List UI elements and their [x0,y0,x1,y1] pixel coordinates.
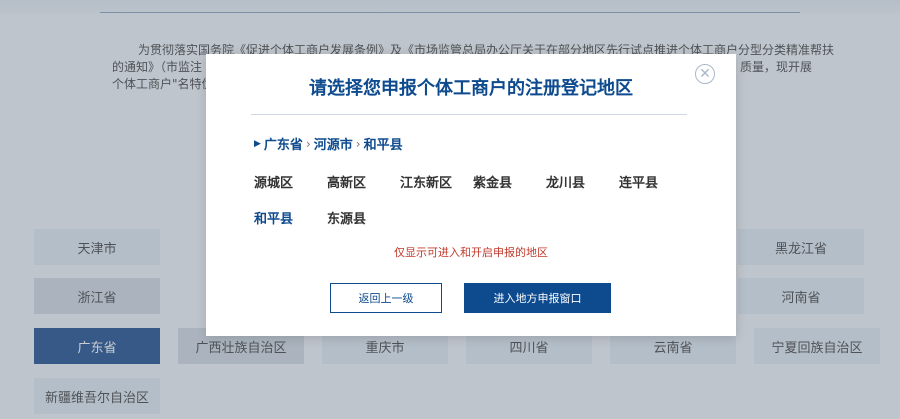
district-item[interactable]: 源城区 [254,172,293,191]
breadcrumb-city[interactable]: 河源市 [314,134,353,153]
district-item[interactable]: 龙川县 [546,172,585,191]
district-item[interactable]: 江东新区 [400,172,452,191]
breadcrumb-arrow-icon: ▶ [254,138,261,149]
region-select-modal: 请选择您申报个体工商户的注册登记地区 ✕ ▶ 广东省 › 河源市 › 和平县 源… [206,54,736,336]
close-icon[interactable]: ✕ [695,64,715,84]
modal-title: 请选择您申报个体工商户的注册登记地区 [309,78,633,99]
breadcrumb-separator: › [355,136,361,151]
breadcrumb-county: 和平县 [363,138,403,153]
breadcrumb-province[interactable]: 广东省 [264,134,303,153]
breadcrumb-separator: › [305,136,311,151]
back-button[interactable]: 返回上一级 [330,283,442,313]
district-item[interactable]: 连平县 [619,172,658,191]
district-item[interactable]: 紫金县 [473,172,512,191]
availability-note: 仅显示可进入和开启申报的地区 [394,246,548,259]
district-item[interactable]: 东源县 [327,208,366,227]
district-item[interactable]: 高新区 [327,172,366,191]
district-item-selected[interactable]: 和平县 [254,208,293,227]
enter-local-window-button[interactable]: 进入地方申报窗口 [464,283,611,313]
modal-divider [251,114,687,115]
breadcrumb: ▶ 广东省 › 河源市 › 和平县 [254,134,403,154]
